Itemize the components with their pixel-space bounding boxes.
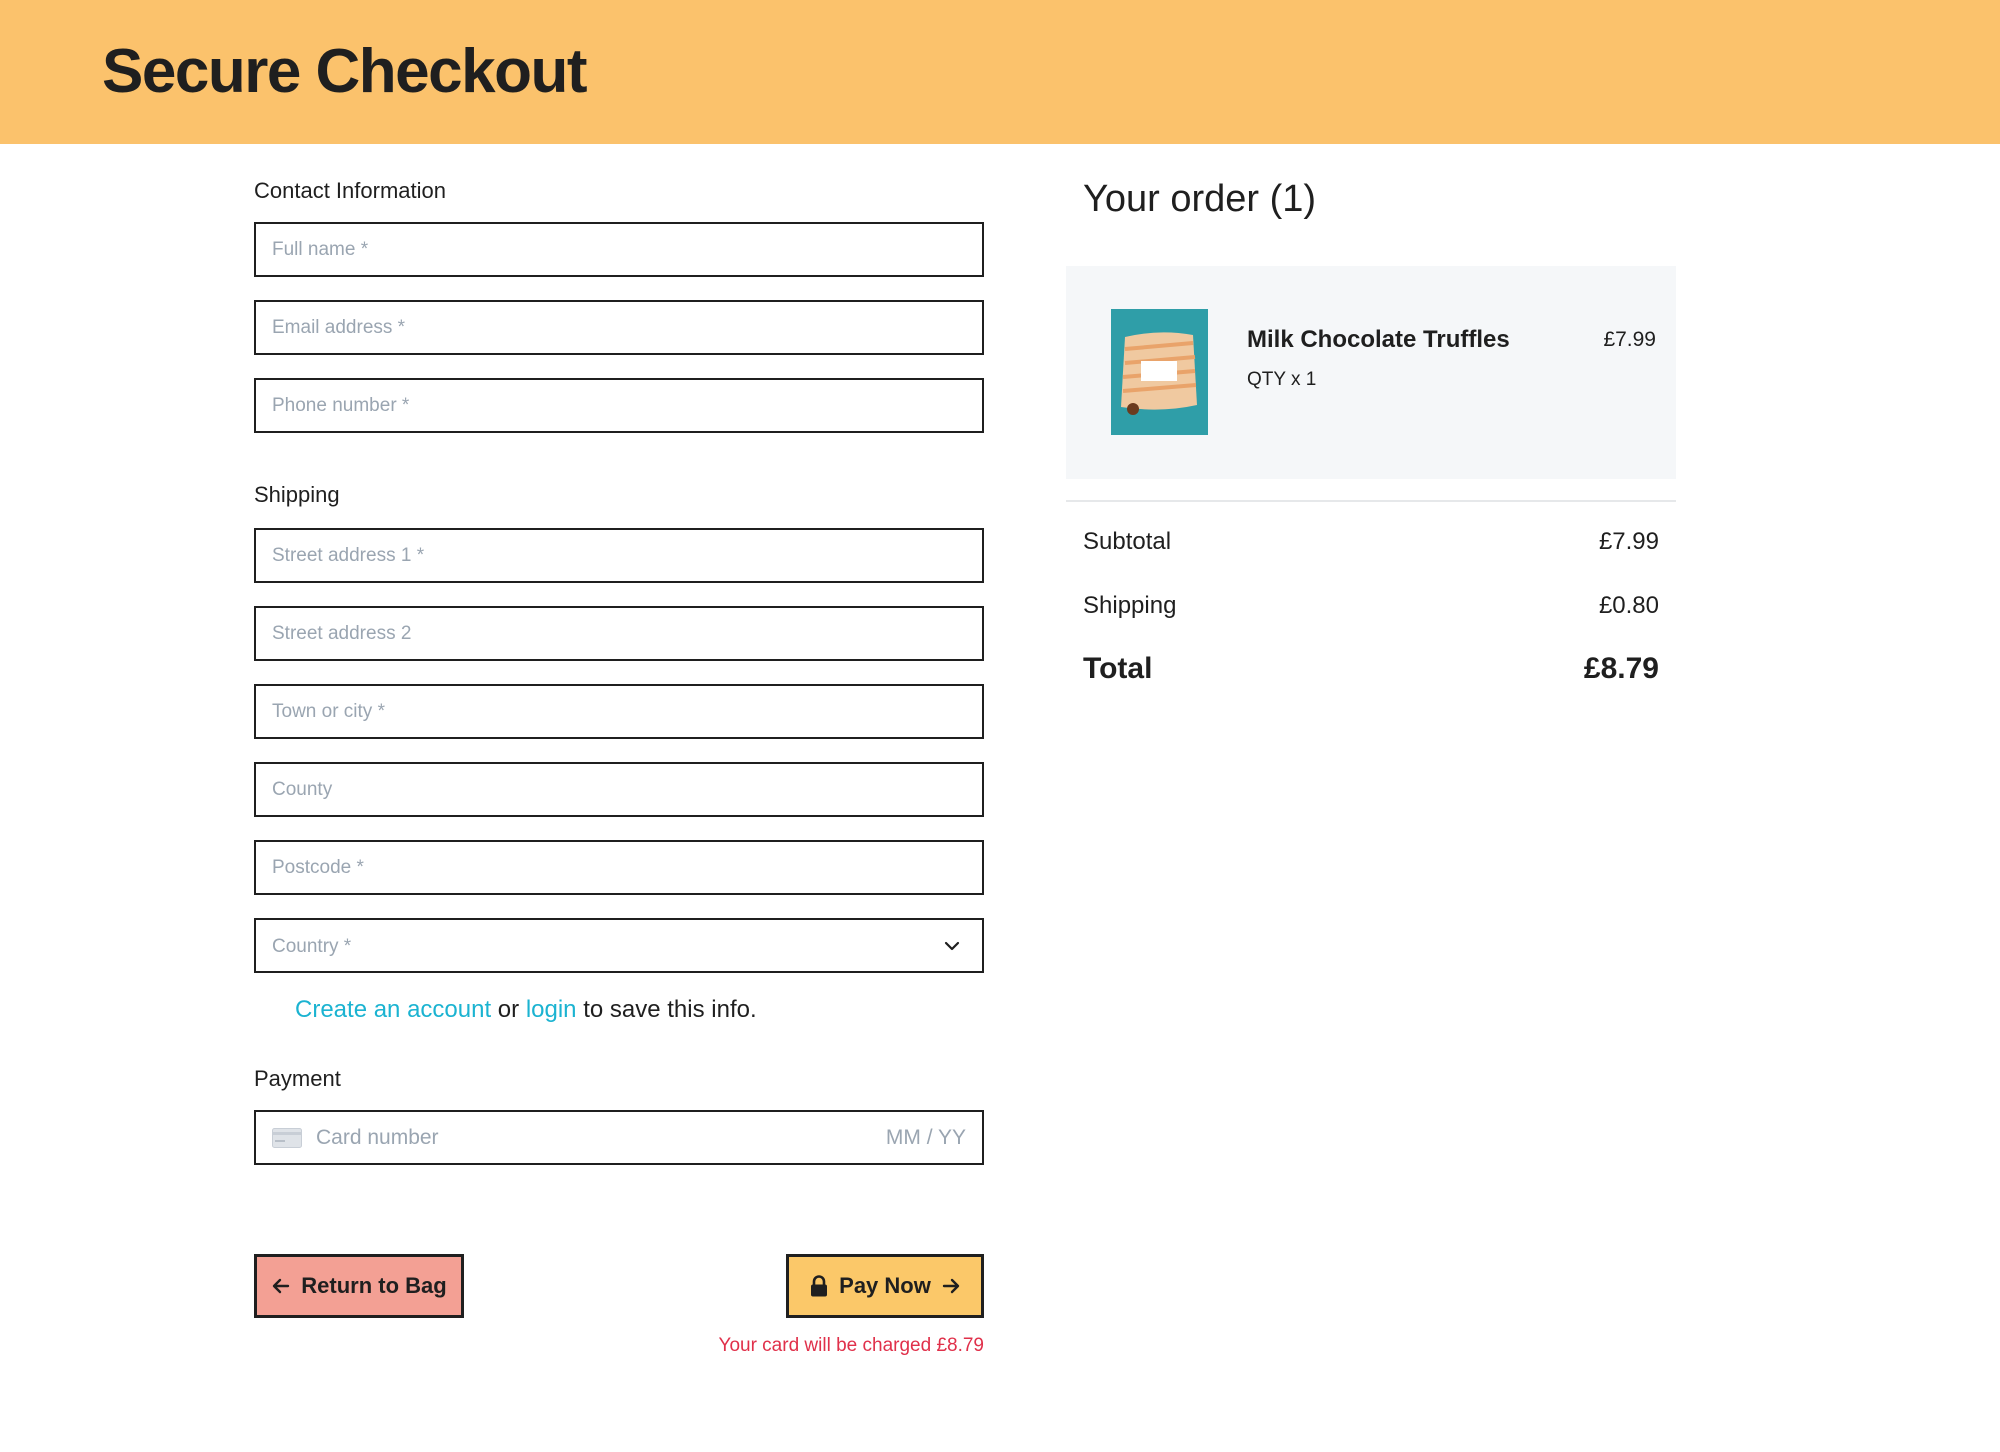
county-field[interactable] (254, 762, 984, 817)
product-image (1111, 309, 1208, 435)
postcode-field[interactable] (254, 840, 984, 895)
street-address-2-field[interactable] (254, 606, 984, 661)
login-link[interactable]: login (526, 996, 577, 1023)
arrow-right-icon (942, 1278, 960, 1294)
product-name: Milk Chocolate Truffles (1247, 326, 1510, 353)
summary-divider (1066, 500, 1676, 502)
shipping-label: Shipping (1083, 592, 1177, 619)
pay-now-button[interactable]: Pay Now (786, 1254, 984, 1318)
subtotal-value: £7.99 (1598, 528, 1659, 555)
account-prompt: Create an account or login to save this … (295, 996, 757, 1024)
card-expiry-placeholder[interactable]: MM / YY (886, 1126, 966, 1150)
county-input[interactable] (256, 764, 982, 815)
page-header: Secure Checkout (0, 0, 2000, 144)
country-select-value: Country * (272, 936, 352, 957)
country-select[interactable]: Country * (254, 918, 984, 973)
payment-section-label: Payment (254, 1066, 341, 1091)
shipping-section-label: Shipping (254, 482, 340, 507)
card-number-field[interactable]: Card number MM / YY (254, 1110, 984, 1165)
credit-card-icon (272, 1128, 302, 1148)
postcode-input[interactable] (256, 842, 982, 893)
full-name-input[interactable] (256, 224, 982, 275)
street-address-1-input[interactable] (256, 530, 982, 581)
total-label: Total (1083, 652, 1153, 685)
phone-field[interactable] (254, 378, 984, 433)
return-to-bag-label: Return to Bag (301, 1273, 447, 1298)
account-suffix-text: to save this info. (576, 996, 757, 1023)
total-row: Total £8.79 (1083, 652, 1659, 686)
full-name-field[interactable] (254, 222, 984, 277)
contact-section-label: Contact Information (254, 178, 446, 203)
chevron-down-icon (944, 941, 960, 951)
town-field[interactable] (254, 684, 984, 739)
lock-icon (811, 1275, 828, 1297)
email-input[interactable] (256, 302, 982, 353)
town-input[interactable] (256, 686, 982, 737)
charge-notice: Your card will be charged £8.79 (718, 1335, 984, 1356)
email-field[interactable] (254, 300, 984, 355)
arrow-left-icon (273, 1278, 290, 1294)
page-title: Secure Checkout (102, 37, 588, 106)
shipping-value: £0.80 (1598, 592, 1659, 619)
order-item-card: Milk Chocolate Truffles QTY x 1 £7.99 (1066, 266, 1676, 479)
product-quantity: QTY x 1 (1247, 369, 1317, 390)
pay-now-label: Pay Now (839, 1273, 931, 1298)
subtotal-row: Subtotal £7.99 (1083, 528, 1659, 556)
total-value: £8.79 (1583, 652, 1659, 685)
create-account-link[interactable]: Create an account (295, 996, 491, 1023)
street-address-1-field[interactable] (254, 528, 984, 583)
account-or-text: or (491, 996, 526, 1023)
street-address-2-input[interactable] (256, 608, 982, 659)
product-price: £7.99 (1603, 328, 1656, 351)
shipping-row: Shipping £0.80 (1083, 592, 1659, 620)
subtotal-label: Subtotal (1083, 528, 1172, 555)
card-number-placeholder: Card number (316, 1126, 439, 1149)
phone-input[interactable] (256, 380, 982, 431)
order-title: Your order (1) (1083, 178, 1317, 220)
return-to-bag-button[interactable]: Return to Bag (254, 1254, 464, 1318)
